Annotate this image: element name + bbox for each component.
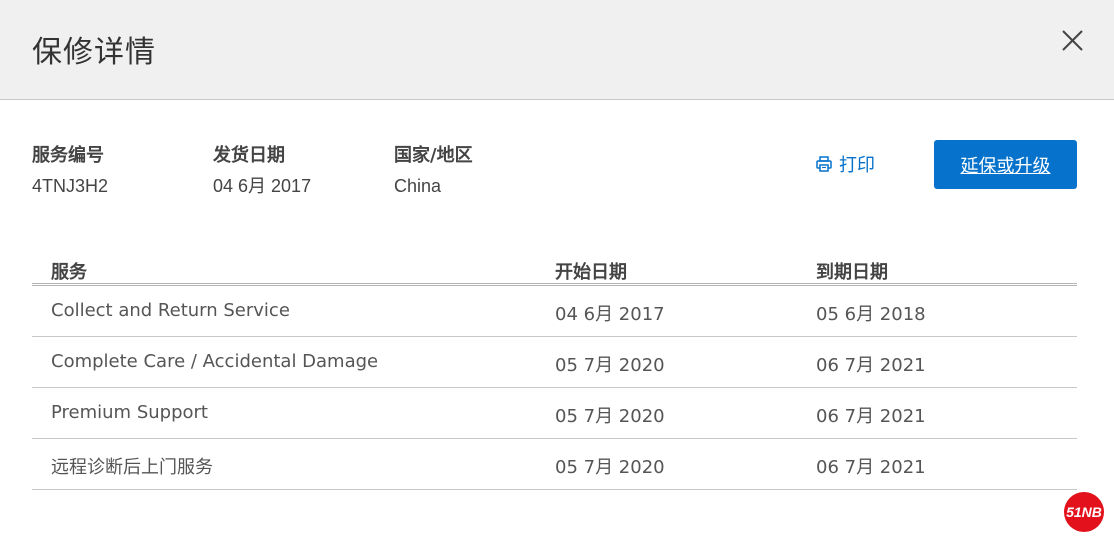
close-button[interactable]	[1058, 26, 1088, 56]
table-row: Collect and Return Service 04 6月 2017 05…	[32, 286, 1077, 337]
service-tag-label: 服务编号	[32, 145, 104, 166]
table-row: Complete Care / Accidental Damage 05 7月 …	[32, 337, 1077, 388]
country-block: 国家/地区 China	[394, 144, 473, 198]
watermark-logo: 51NB	[1064, 492, 1104, 532]
row-end-date: 06 7月 2021	[816, 406, 926, 427]
ship-date-label: 发货日期	[213, 145, 285, 166]
service-tag-block: 服务编号 4TNJ3H2	[32, 144, 108, 198]
table-row: 远程诊断后上门服务 05 7月 2020 06 7月 2021	[32, 439, 1077, 490]
header-service: 服务	[51, 262, 87, 283]
row-start-date: 04 6月 2017	[555, 304, 665, 325]
row-end-date: 05 6月 2018	[816, 304, 926, 325]
ship-date-value: 04 6月 2017	[213, 176, 312, 196]
row-start-date: 05 7月 2020	[555, 355, 665, 376]
service-tag-value: 4TNJ3H2	[32, 176, 109, 196]
country-value: China	[394, 176, 442, 196]
row-start-date: 05 7月 2020	[555, 406, 665, 427]
row-service: Premium Support	[51, 402, 208, 423]
country-label: 国家/地区	[394, 145, 473, 166]
printer-icon	[816, 156, 832, 172]
extend-or-upgrade-button[interactable]: 延保或升级	[934, 140, 1077, 189]
row-start-date: 05 7月 2020	[555, 457, 665, 478]
header-start-date: 开始日期	[555, 262, 627, 283]
dialog-header: 保修详情	[0, 0, 1114, 100]
ship-date-block: 发货日期 04 6月 2017	[213, 144, 311, 198]
header-end-date: 到期日期	[816, 262, 888, 283]
row-end-date: 06 7月 2021	[816, 355, 926, 376]
table-header: 服务 开始日期 到期日期	[32, 250, 1077, 286]
table-row: Premium Support 05 7月 2020 06 7月 2021	[32, 388, 1077, 439]
row-end-date: 06 7月 2021	[816, 457, 926, 478]
dialog-title: 保修详情	[32, 35, 156, 70]
print-link[interactable]: 打印	[815, 151, 875, 177]
row-service: 远程诊断后上门服务	[51, 457, 213, 478]
row-service: Complete Care / Accidental Damage	[51, 351, 379, 372]
print-label: 打印	[839, 155, 875, 176]
row-service: Collect and Return Service	[51, 300, 290, 321]
close-icon	[1062, 30, 1083, 51]
warranty-table: 服务 开始日期 到期日期 Collect and Return Service …	[32, 250, 1077, 490]
